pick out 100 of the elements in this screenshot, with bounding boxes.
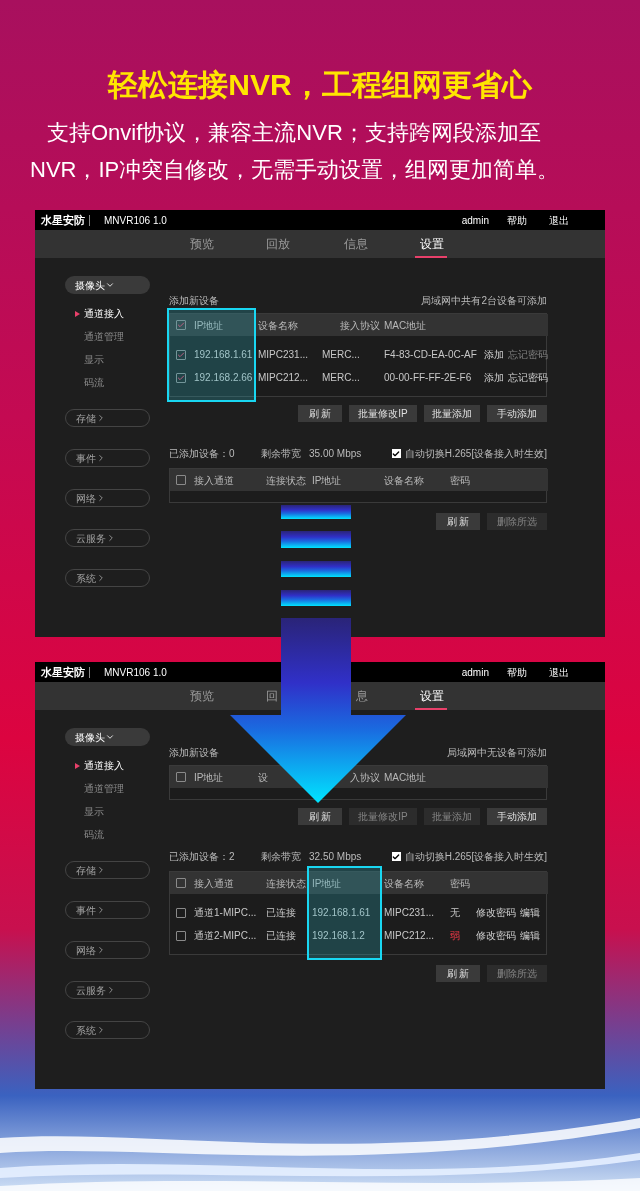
- nav-tab[interactable]: 预览: [190, 235, 214, 253]
- column-header: 设备名称: [382, 872, 448, 894]
- header-link[interactable]: 帮助: [507, 212, 527, 228]
- column-header: 接入通道: [192, 469, 264, 491]
- table-cell-text: 192.168.1.2: [312, 929, 365, 943]
- column-header: 密码: [448, 872, 474, 894]
- added-count: 已添加设备：0: [169, 447, 236, 461]
- table-cell-text: MIPC212...: [384, 929, 435, 943]
- table-cell-text: 192.168.2.66: [194, 371, 253, 385]
- action-button[interactable]: 手动添加: [487, 808, 547, 825]
- sidebar-item[interactable]: 码流: [84, 827, 104, 842]
- header-link[interactable]: 帮助: [507, 664, 527, 680]
- sidebar-item[interactable]: 显示: [84, 804, 104, 819]
- nav-tab[interactable]: 回放: [266, 235, 290, 253]
- table-cell-text: 192.168.1.61: [194, 348, 253, 362]
- auto-switch-checkbox[interactable]: [391, 449, 401, 458]
- table-cell-text: 已连接: [266, 906, 296, 920]
- nav-tab[interactable]: 预览: [190, 687, 214, 705]
- status-note: 局域网中无设备可添加: [447, 746, 547, 760]
- brand-logo: 水星安防: [41, 666, 90, 678]
- column-header: 设备名称: [256, 314, 320, 336]
- column-header: IP地址: [310, 872, 382, 894]
- action-button[interactable]: 刷 新: [436, 965, 480, 982]
- check-icon: [392, 852, 401, 861]
- column-header: 接入通道: [192, 872, 264, 894]
- status-note: 局域网中共有2台设备可添加: [421, 294, 547, 308]
- table-cell-text: F4-83-CD-EA-0C-AF: [384, 348, 477, 362]
- bandwidth-value: 32.50 Mbps: [309, 850, 362, 864]
- column-header: 接入协议: [320, 314, 382, 336]
- auto-switch-label: 自动切换H.265[设备接入时生效]: [404, 850, 547, 864]
- table-cell-text: MERC...: [322, 371, 360, 385]
- checkbox[interactable]: [176, 907, 186, 918]
- action-button[interactable]: 刷 新: [436, 513, 480, 530]
- chevron-right-icon: [96, 453, 106, 463]
- sidebar-item[interactable]: 通道管理: [84, 781, 124, 796]
- chevron-right-icon: [96, 865, 106, 875]
- action-button[interactable]: 刷 新: [298, 405, 342, 422]
- checkbox[interactable]: [176, 930, 186, 941]
- section-title: 添加新设备: [169, 746, 219, 760]
- check-icon: [177, 350, 185, 359]
- sidebar-group[interactable]: 摄像头: [65, 276, 150, 294]
- chevron-down-icon: [105, 280, 115, 290]
- table-link[interactable]: 编辑: [520, 928, 540, 943]
- checkbox[interactable]: [176, 372, 186, 383]
- chevron-right-icon: [96, 945, 106, 955]
- bandwidth-value: 35.00 Mbps: [309, 447, 362, 461]
- column-header: IP地址: [192, 766, 256, 788]
- column-header: 连接状态: [264, 469, 310, 491]
- bandwidth-label: 剩余带宽: [261, 850, 301, 864]
- chevron-down-icon: [105, 732, 115, 742]
- column-header: IP地址: [192, 314, 256, 336]
- sidebar-item[interactable]: 通道接入: [84, 758, 124, 773]
- table-link[interactable]: 忘记密码: [508, 370, 548, 385]
- checkbox[interactable]: [176, 878, 186, 888]
- action-button[interactable]: 批量添加: [424, 405, 480, 422]
- checkbox[interactable]: [176, 772, 186, 782]
- column-header: 连接状态: [264, 872, 310, 894]
- sidebar-item[interactable]: 码流: [84, 375, 104, 390]
- header-link[interactable]: 退出: [549, 664, 569, 680]
- table-cell-text: 弱: [450, 929, 460, 943]
- checkbox[interactable]: [176, 349, 186, 360]
- check-icon: [177, 321, 185, 329]
- header-link[interactable]: 退出: [549, 212, 569, 228]
- check-icon: [177, 373, 185, 382]
- column-header: MAC地址: [382, 314, 482, 336]
- nav-tab[interactable]: 回: [266, 687, 278, 705]
- chevron-right-icon: [96, 905, 106, 915]
- nav-tab[interactable]: 信息: [344, 235, 368, 253]
- sidebar-item[interactable]: 通道管理: [84, 329, 124, 344]
- chevron-right-icon: [96, 413, 106, 423]
- action-button[interactable]: 手动添加: [487, 405, 547, 422]
- chevron-right-icon: [96, 573, 106, 583]
- nav-tab[interactable]: 息: [356, 687, 368, 705]
- checkbox[interactable]: [176, 475, 186, 485]
- table-link[interactable]: 修改密码: [476, 905, 516, 920]
- checkbox[interactable]: [176, 320, 186, 330]
- action-button[interactable]: 刷 新: [298, 808, 342, 825]
- table-cell-text: 192.168.1.61: [312, 906, 371, 920]
- table-link[interactable]: 编辑: [520, 905, 540, 920]
- table-link[interactable]: 修改密码: [476, 928, 516, 943]
- sidebar-item[interactable]: 通道接入: [84, 306, 124, 321]
- auto-switch-checkbox[interactable]: [391, 852, 401, 861]
- column-header: IP地址: [310, 469, 382, 491]
- table-cell-text: 无: [450, 906, 460, 920]
- table-link[interactable]: 添加: [484, 347, 504, 362]
- column-header: 密码: [448, 469, 474, 491]
- column-header: MAC地址: [382, 766, 482, 788]
- chevron-right-icon: [96, 1025, 106, 1035]
- table-cell-text: MIPC231...: [258, 348, 309, 362]
- nav-tab[interactable]: 设置: [420, 235, 444, 253]
- user-name: admin: [461, 213, 489, 228]
- table-cell-text: MIPC231...: [384, 906, 435, 920]
- table-cell-text: 已连接: [266, 929, 296, 943]
- sidebar-group[interactable]: 摄像头: [65, 728, 150, 746]
- bandwidth-label: 剩余带宽: [261, 447, 301, 461]
- sidebar-item[interactable]: 显示: [84, 352, 104, 367]
- table-link[interactable]: 添加: [484, 370, 504, 385]
- action-button[interactable]: 批量修改IP: [349, 405, 417, 422]
- subtitle: 支持Onvif协议，兼容主流NVR；支持跨网段添加至 NVR，IP冲突自修改，无需手动设置，组网更加简单。: [30, 119, 561, 184]
- nav-tab[interactable]: 设置: [420, 687, 444, 705]
